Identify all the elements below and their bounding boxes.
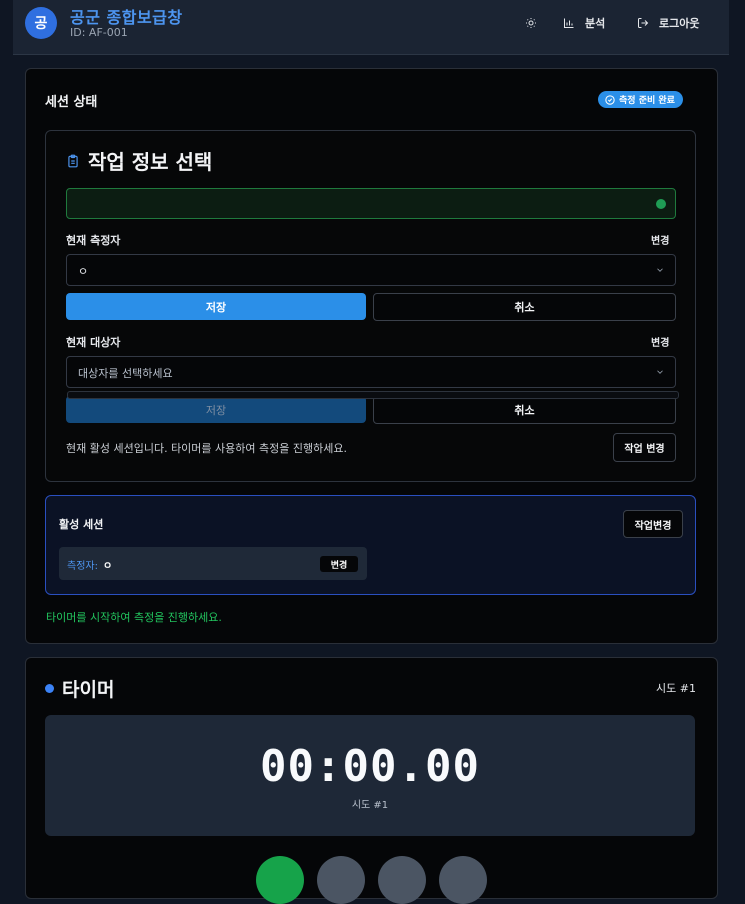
session-title: 세션 상태 xyxy=(45,95,98,110)
timer-attempt-label: 시도 #1 xyxy=(351,800,389,811)
target-label: 현재 대상자 xyxy=(66,336,121,349)
target-save-button[interactable]: 저장 xyxy=(66,396,366,423)
logout-label: 로그아웃 xyxy=(659,17,700,30)
measurer-select-value: ㅇ xyxy=(78,265,89,278)
timer-time: 00:00.00 xyxy=(260,741,480,792)
logout-icon xyxy=(638,18,649,28)
clipboard-icon xyxy=(68,154,78,167)
timer-title-text: 타이머 xyxy=(62,679,115,701)
app-logo: 공 xyxy=(25,7,57,39)
analysis-label: 분석 xyxy=(585,17,606,30)
app-title: 공군 종합보급창 xyxy=(70,8,183,27)
theme-toggle-button[interactable] xyxy=(525,13,537,33)
target-change-link[interactable]: 변경 xyxy=(651,334,669,349)
measurer-label: 현재 측정자 xyxy=(66,234,121,247)
measurer-chip: 측정자: ㅇ 변경 xyxy=(59,547,367,580)
measurer-chip-change-button[interactable]: 변경 xyxy=(320,556,358,572)
chevron-down-icon xyxy=(657,370,663,374)
sun-icon xyxy=(526,18,536,28)
lap-button[interactable] xyxy=(317,856,365,904)
app-id: ID: AF-001 xyxy=(70,26,128,39)
timer-title: 타이머 xyxy=(45,675,114,702)
measurer-select[interactable]: ㅇ xyxy=(66,254,676,286)
target-cancel-button[interactable]: 취소 xyxy=(373,396,676,424)
status-badge: 측정 준비 완료 xyxy=(598,91,683,108)
active-session-panel xyxy=(45,495,696,595)
chevron-down-icon xyxy=(657,268,663,272)
task-info-title-text: 작업 정보 선택 xyxy=(88,150,213,174)
status-dot xyxy=(656,199,666,209)
top-bar: 공 공군 종합보급창 ID: AF-001 분석 로그아웃 xyxy=(13,0,729,55)
timer-status-dot xyxy=(45,684,54,693)
active-change-task-button[interactable]: 작업변경 xyxy=(623,510,683,538)
analysis-button[interactable]: 분석 xyxy=(563,13,605,33)
timer-hint: 타이머를 시작하여 측정을 진행하세요. xyxy=(46,611,222,624)
reset-button[interactable] xyxy=(439,856,487,904)
status-badge-label: 측정 준비 완료 xyxy=(619,96,675,106)
logout-button[interactable]: 로그아웃 xyxy=(637,13,699,33)
start-button[interactable] xyxy=(256,856,304,904)
measurer-cancel-button[interactable]: 취소 xyxy=(373,293,676,321)
measurer-change-link[interactable]: 변경 xyxy=(651,232,669,247)
measurer-chip-key: 측정자: xyxy=(67,561,98,572)
active-session-title: 활성 세션 xyxy=(59,518,104,531)
stop-button[interactable] xyxy=(378,856,426,904)
measurer-chip-value: ㅇ xyxy=(103,561,113,572)
task-status-field[interactable] xyxy=(66,188,676,219)
session-info-text: 현재 활성 세션입니다. 타이머를 사용하여 측정을 진행하세요. xyxy=(66,442,347,455)
target-select[interactable]: 대상자를 선택하세요 xyxy=(66,356,676,388)
target-select-placeholder: 대상자를 선택하세요 xyxy=(78,367,173,380)
check-circle-icon xyxy=(605,94,615,105)
attempt-counter: 시도 #1 xyxy=(656,682,696,695)
timer-display: 00:00.00 시도 #1 xyxy=(45,715,695,836)
measurer-save-button[interactable]: 저장 xyxy=(66,293,366,320)
task-change-button[interactable]: 작업 변경 xyxy=(613,433,676,462)
task-info-title: 작업 정보 선택 xyxy=(66,146,212,175)
bar-chart-icon xyxy=(564,18,574,28)
dropdown-list xyxy=(67,391,679,399)
